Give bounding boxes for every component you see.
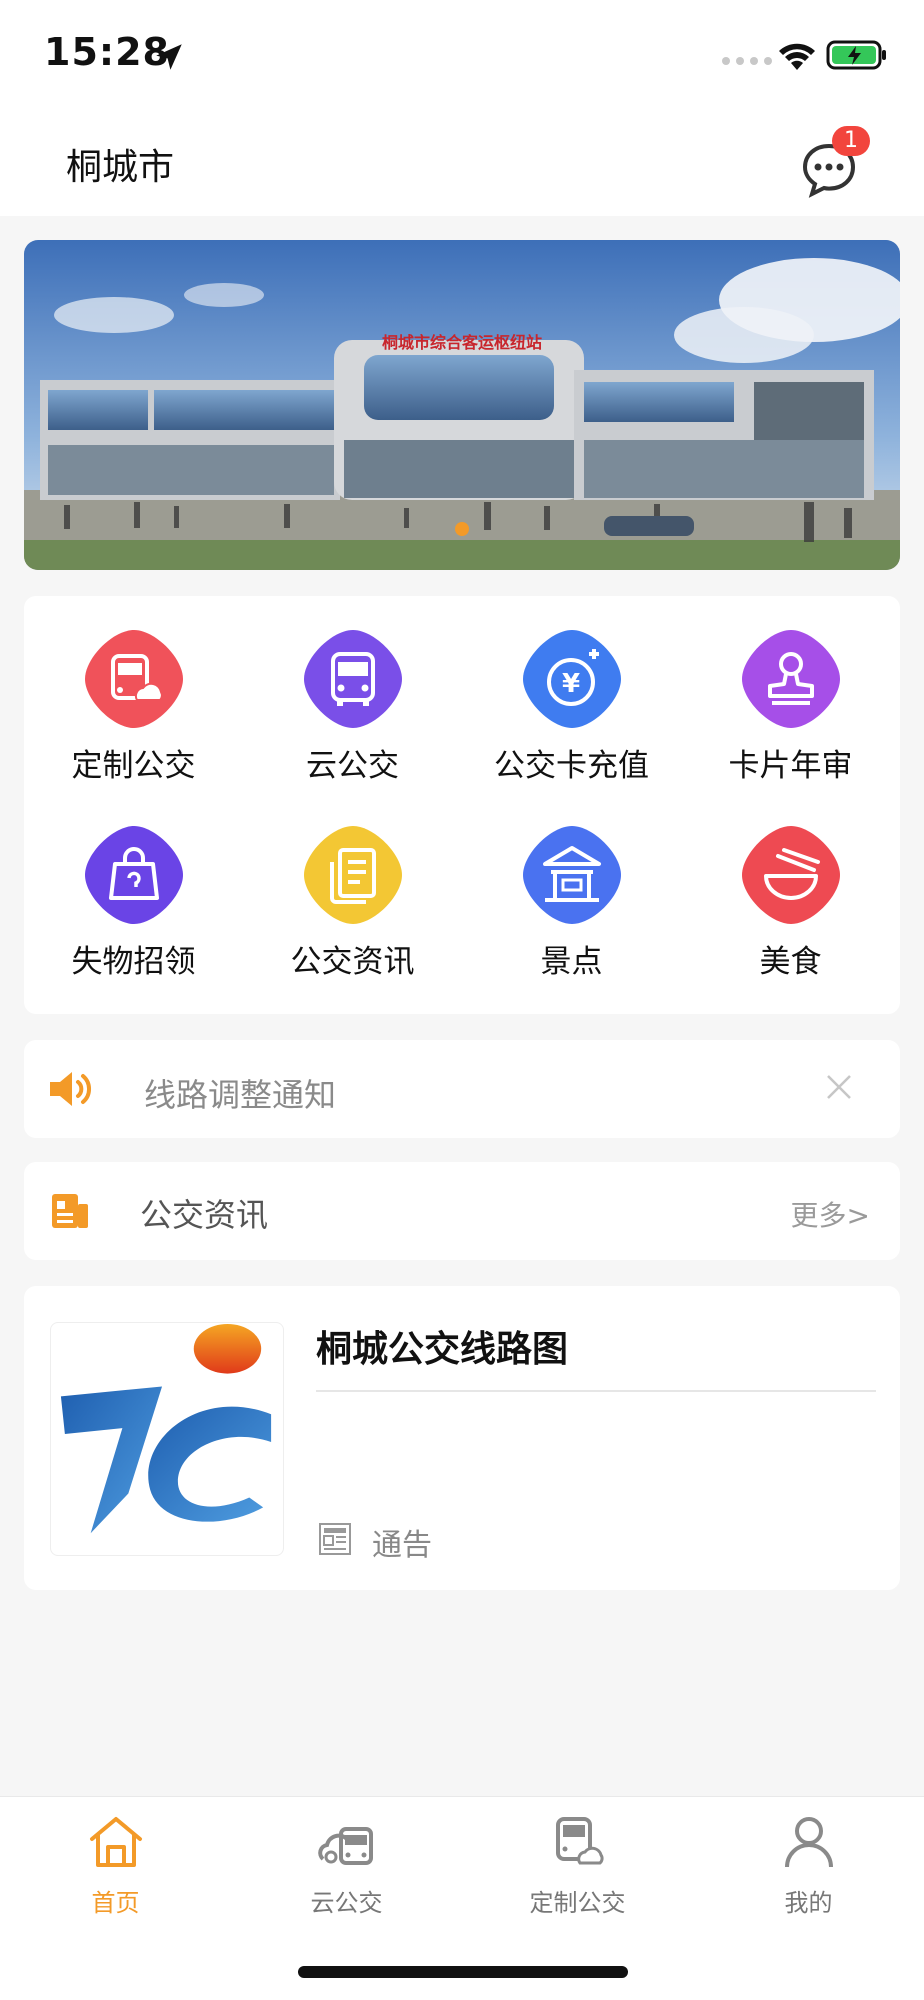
grid-label: 失物招领 xyxy=(71,944,196,980)
banner-image: 桐城市综合客运枢纽站 xyxy=(24,240,900,570)
article-title[interactable]: 桐城公交线路图 xyxy=(316,1320,568,1372)
cloud-bus-icon xyxy=(318,1827,373,1865)
lost-found-bag-icon xyxy=(85,826,183,924)
grid-label: 卡片年审 xyxy=(728,748,853,784)
grid-label: 美食 xyxy=(759,944,822,980)
cellular-signal-icon xyxy=(722,57,772,65)
wifi-icon xyxy=(779,43,815,70)
tab-home[interactable]: 首页 xyxy=(0,1797,231,1937)
pavilion-icon xyxy=(523,826,621,924)
tab-label: 云公交 xyxy=(310,1889,383,1917)
battery-charging-icon xyxy=(826,40,886,70)
tab-custom-bus[interactable]: 定制公交 xyxy=(462,1797,693,1937)
banner-pagination xyxy=(24,522,900,536)
city-selector[interactable]: 桐城市 xyxy=(66,138,174,190)
grid-item-card-review[interactable]: 卡片年审 xyxy=(681,596,900,792)
tab-label: 我的 xyxy=(784,1889,833,1917)
tongcheng-bus-logo xyxy=(60,1323,281,1534)
newspaper-icon xyxy=(52,1194,88,1228)
notice-text[interactable]: 线路调整通知 xyxy=(144,1070,336,1116)
article-thumbnail xyxy=(50,1322,284,1556)
grid-label: 公交卡充值 xyxy=(494,748,649,784)
tab-profile[interactable]: 我的 xyxy=(693,1797,924,1937)
stamp-icon xyxy=(742,630,840,728)
close-icon[interactable] xyxy=(824,1072,854,1102)
home-icon xyxy=(90,1817,142,1867)
card-recharge-icon: ¥ xyxy=(523,630,621,728)
service-grid: 定制公交 云公交 ¥ 公交卡充值 卡片年审 失物招领 公交资讯 景点 美食 xyxy=(24,596,900,1014)
news-section-title: 公交资讯 xyxy=(140,1196,269,1234)
news-article-card[interactable]: 桐城公交线路图 通告 xyxy=(24,1286,900,1590)
svg-text:¥: ¥ xyxy=(562,669,580,699)
news-doc-icon xyxy=(304,826,402,924)
grid-item-scenic-spots[interactable]: 景点 xyxy=(462,792,681,988)
article-divider xyxy=(316,1390,876,1392)
grid-item-card-recharge[interactable]: ¥ 公交卡充值 xyxy=(462,596,681,792)
news-more-link[interactable]: 更多> xyxy=(791,1194,870,1234)
tab-cloud-bus[interactable]: 云公交 xyxy=(231,1797,462,1937)
bus-icon xyxy=(304,630,402,728)
home-indicator xyxy=(298,1966,628,1978)
grid-label: 公交资讯 xyxy=(290,944,415,980)
tab-label: 定制公交 xyxy=(529,1889,626,1917)
news-tag-icon xyxy=(319,1523,351,1555)
top-header: 桐城市 1 xyxy=(0,110,924,216)
banner-sign-text: 桐城市综合客运枢纽站 xyxy=(382,333,542,352)
custom-bus-icon xyxy=(556,1817,604,1865)
custom-bus-icon xyxy=(85,630,183,728)
grid-item-food[interactable]: 美食 xyxy=(681,792,900,988)
speaker-icon xyxy=(50,1072,91,1106)
grid-item-cloud-bus[interactable]: 云公交 xyxy=(243,596,462,792)
grid-label: 景点 xyxy=(540,944,603,980)
notice-bar[interactable]: 线路调整通知 xyxy=(24,1040,900,1138)
profile-icon xyxy=(785,1817,833,1868)
article-tag: 通告 xyxy=(372,1528,432,1563)
tab-label: 首页 xyxy=(91,1889,140,1917)
location-arrow-icon xyxy=(156,44,182,70)
grid-item-lost-found[interactable]: 失物招领 xyxy=(24,792,243,988)
message-badge: 1 xyxy=(832,126,870,156)
grid-item-bus-news[interactable]: 公交资讯 xyxy=(243,792,462,988)
banner-carousel[interactable]: 桐城市综合客运枢纽站 xyxy=(24,240,900,570)
food-bowl-icon xyxy=(742,826,840,924)
banner-dot-active[interactable] xyxy=(455,522,469,536)
grid-label: 定制公交 xyxy=(71,748,196,784)
grid-item-custom-bus[interactable]: 定制公交 xyxy=(24,596,243,792)
grid-label: 云公交 xyxy=(306,748,399,784)
status-bar: 15:28 xyxy=(0,0,924,110)
news-section-header: 公交资讯 更多> xyxy=(24,1162,900,1260)
